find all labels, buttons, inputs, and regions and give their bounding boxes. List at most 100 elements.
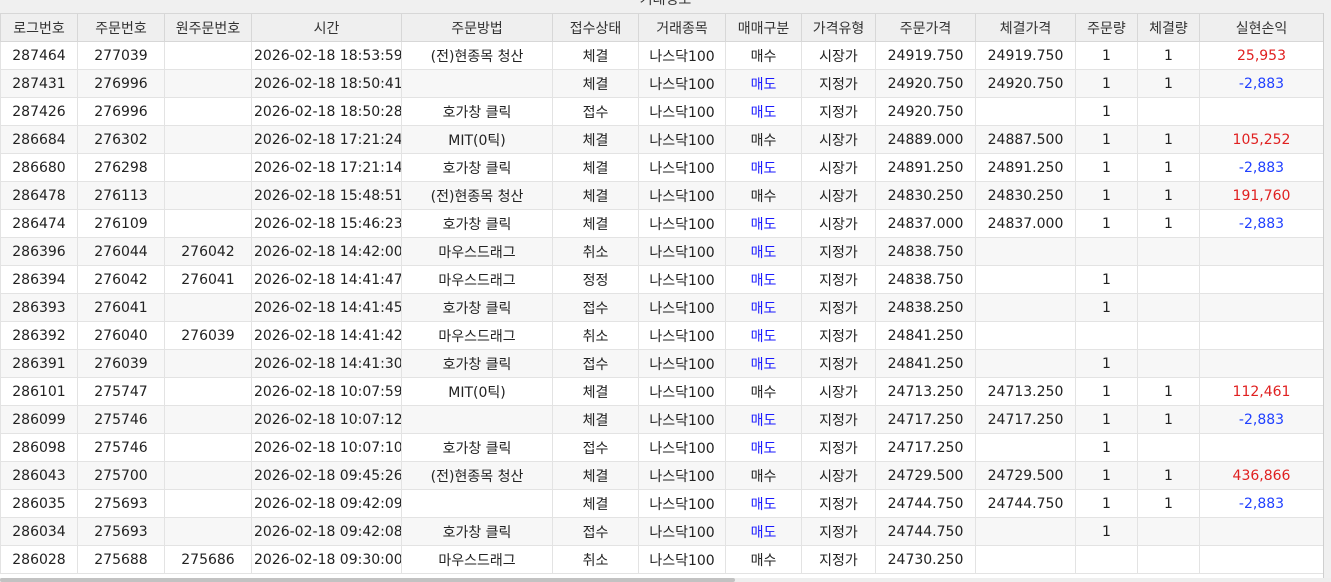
status-cell: 체결: [552, 489, 639, 518]
time-cell: 2026-02-18 18:50:28: [251, 97, 402, 126]
column-header[interactable]: 거래종목: [638, 13, 726, 42]
order-qty-cell: 1: [1075, 517, 1138, 546]
fill-qty-cell: [1137, 265, 1200, 294]
order-price-cell: 24920.750: [875, 69, 976, 98]
column-header[interactable]: 주문량: [1075, 13, 1138, 42]
time-cell: 2026-02-18 17:21:14: [251, 153, 402, 182]
log-number-cell: 286394: [0, 265, 78, 294]
status-cell: 정정: [552, 265, 639, 294]
price-type-cell: 지정가: [801, 265, 876, 294]
table-row[interactable]: 286028 275688 275686 2026-02-18 09:30:00 마우스…: [0, 545, 1324, 574]
status-cell: 체결: [552, 461, 639, 490]
column-header[interactable]: 시간: [251, 13, 402, 42]
order-qty-cell: 1: [1075, 265, 1138, 294]
order-number-cell: 276996: [77, 69, 165, 98]
table-row[interactable]: 286035 275693 2026-02-18 09:42:09 체결 나스닥100 매…: [0, 489, 1324, 518]
realized-pnl-cell: [1199, 349, 1324, 378]
column-header[interactable]: 실현손익: [1199, 13, 1324, 42]
column-header[interactable]: 주문방법: [401, 13, 553, 42]
price-type-cell: 지정가: [801, 293, 876, 322]
table-row[interactable]: 286474 276109 2026-02-18 15:46:23 호가창 클릭 체결 나…: [0, 209, 1324, 238]
column-header[interactable]: 가격유형: [801, 13, 876, 42]
fill-qty-cell: 1: [1137, 209, 1200, 238]
column-header[interactable]: 원주문번호: [164, 13, 252, 42]
status-cell: 체결: [552, 405, 639, 434]
symbol-cell: 나스닥100: [638, 237, 726, 266]
order-price-cell: 24713.250: [875, 377, 976, 406]
order-method-cell: (전)현종목 청산: [401, 461, 553, 490]
table-row[interactable]: 286392 276040 276039 2026-02-18 14:41:42 마우스…: [0, 321, 1324, 350]
side-cell: 매도: [725, 209, 802, 238]
order-method-cell: MIT(0틱): [401, 377, 553, 406]
order-number-cell: 275693: [77, 517, 165, 546]
side-cell: 매도: [725, 97, 802, 126]
table-row[interactable]: 286680 276298 2026-02-18 17:21:14 호가창 클릭 체결 나…: [0, 153, 1324, 182]
original-order-cell: [164, 349, 252, 378]
symbol-cell: 나스닥100: [638, 405, 726, 434]
log-number-cell: 286392: [0, 321, 78, 350]
time-cell: 2026-02-18 10:07:10: [251, 433, 402, 462]
table-row[interactable]: 286684 276302 2026-02-18 17:21:24 MIT(0틱) 체결…: [0, 125, 1324, 154]
original-order-cell: [164, 181, 252, 210]
original-order-cell: 275686: [164, 545, 252, 574]
order-qty-cell: [1075, 545, 1138, 574]
column-header[interactable]: 체결가격: [975, 13, 1076, 42]
column-header[interactable]: 주문가격: [875, 13, 976, 42]
fill-price-cell: [975, 293, 1076, 322]
symbol-cell: 나스닥100: [638, 69, 726, 98]
table-row[interactable]: 286396 276044 276042 2026-02-18 14:42:00 마우스…: [0, 237, 1324, 266]
time-cell: 2026-02-18 14:42:00: [251, 237, 402, 266]
time-cell: 2026-02-18 09:30:00: [251, 545, 402, 574]
table-row[interactable]: 286043 275700 2026-02-18 09:45:26 (전)현종목 청산…: [0, 461, 1324, 490]
right-pane-edge: [1323, 13, 1331, 578]
realized-pnl-cell: [1199, 321, 1324, 350]
fill-price-cell: [975, 321, 1076, 350]
table-row[interactable]: 286478 276113 2026-02-18 15:48:51 (전)현종목 청산…: [0, 181, 1324, 210]
table-row[interactable]: 286101 275747 2026-02-18 10:07:59 MIT(0틱) 체결…: [0, 377, 1324, 406]
order-number-cell: 275746: [77, 433, 165, 462]
original-order-cell: [164, 517, 252, 546]
price-type-cell: 지정가: [801, 321, 876, 350]
column-header[interactable]: 주문번호: [77, 13, 165, 42]
table-row[interactable]: 286393 276041 2026-02-18 14:41:45 호가창 클릭 접수 나…: [0, 293, 1324, 322]
order-method-cell: 마우스드래그: [401, 321, 553, 350]
price-type-cell: 시장가: [801, 209, 876, 238]
table-row[interactable]: 286391 276039 2026-02-18 14:41:30 호가창 클릭 접수 나…: [0, 349, 1324, 378]
side-cell: 매수: [725, 41, 802, 70]
table-row[interactable]: 286098 275746 2026-02-18 10:07:10 호가창 클릭 접수 나…: [0, 433, 1324, 462]
table-row[interactable]: 287464 277039 2026-02-18 18:53:59 (전)현종목 청산…: [0, 41, 1324, 70]
order-method-cell: 마우스드래그: [401, 545, 553, 574]
column-header[interactable]: 체결량: [1137, 13, 1200, 42]
table-row[interactable]: 286099 275746 2026-02-18 10:07:12 체결 나스닥100 매…: [0, 405, 1324, 434]
original-order-cell: [164, 489, 252, 518]
log-number-cell: 286391: [0, 349, 78, 378]
table-row[interactable]: 286034 275693 2026-02-18 09:42:08 호가창 클릭 접수 나…: [0, 517, 1324, 546]
column-header[interactable]: 매매구분: [725, 13, 802, 42]
fill-qty-cell: [1137, 321, 1200, 350]
fill-qty-cell: [1137, 237, 1200, 266]
price-type-cell: 지정가: [801, 545, 876, 574]
realized-pnl-cell: 105,252: [1199, 125, 1324, 154]
realized-pnl-cell: [1199, 545, 1324, 574]
side-cell: 매도: [725, 237, 802, 266]
fill-price-cell: [975, 265, 1076, 294]
log-number-cell: 286043: [0, 461, 78, 490]
column-header[interactable]: 로그번호: [0, 13, 78, 42]
horizontal-scrollbar[interactable]: [0, 578, 1331, 582]
status-cell: 체결: [552, 209, 639, 238]
table-row[interactable]: 286394 276042 276041 2026-02-18 14:41:47 마우스…: [0, 265, 1324, 294]
table-row[interactable]: 287426 276996 2026-02-18 18:50:28 호가창 클릭 접수 나…: [0, 97, 1324, 126]
horizontal-scrollbar-thumb[interactable]: [0, 578, 735, 582]
fill-price-cell: 24837.000: [975, 209, 1076, 238]
fill-qty-cell: 1: [1137, 461, 1200, 490]
order-qty-cell: 1: [1075, 489, 1138, 518]
order-method-cell: (전)현종목 청산: [401, 41, 553, 70]
table-row[interactable]: 287431 276996 2026-02-18 18:50:41 체결 나스닥100 매…: [0, 69, 1324, 98]
time-cell: 2026-02-18 18:50:41: [251, 69, 402, 98]
fill-qty-cell: [1137, 97, 1200, 126]
column-header[interactable]: 접수상태: [552, 13, 639, 42]
fill-price-cell: 24891.250: [975, 153, 1076, 182]
order-qty-cell: 1: [1075, 209, 1138, 238]
trade-history-grid[interactable]: 로그번호 주문번호 원주문번호 시간 주문방법 접수상태 거래종목 매매구분 가격유형 주문가격 체…: [0, 13, 1331, 578]
order-number-cell: 275688: [77, 545, 165, 574]
